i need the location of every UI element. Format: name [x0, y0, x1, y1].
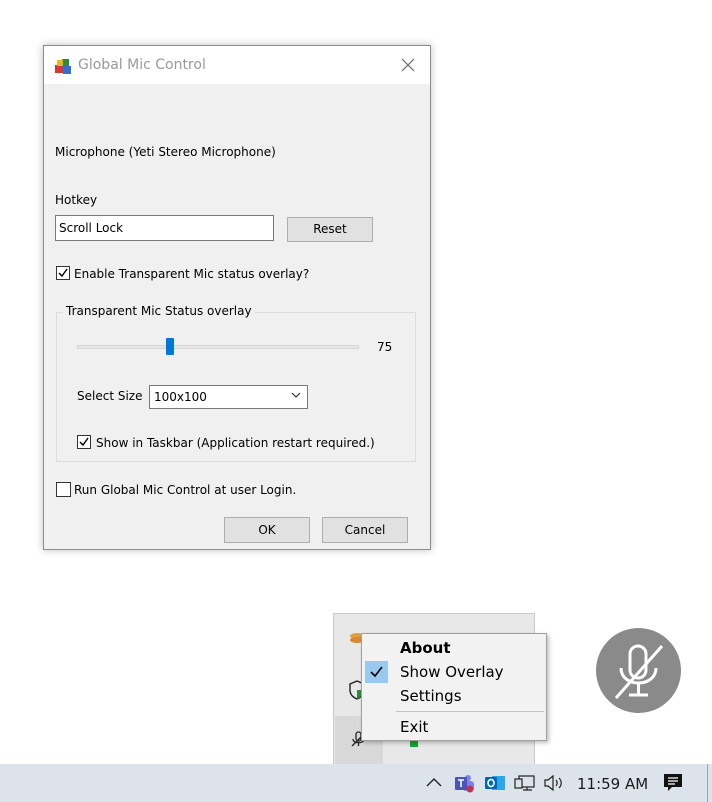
menu-item-label: Exit	[400, 718, 429, 736]
reset-button[interactable]: Reset	[287, 217, 373, 242]
mic-status-overlay[interactable]	[596, 628, 681, 713]
cancel-button[interactable]: Cancel	[322, 517, 408, 543]
tray-context-menu: About Show Overlay Settings Exit	[361, 633, 547, 741]
chevron-up-icon[interactable]	[426, 776, 442, 788]
check-highlight	[365, 661, 388, 683]
outlook-icon[interactable]	[484, 772, 506, 794]
checkmark-icon	[58, 268, 68, 278]
size-select[interactable]: 100x100	[149, 385, 308, 409]
checkmark-icon	[79, 437, 89, 447]
size-select-value: 100x100	[154, 390, 207, 404]
show-desktop-divider[interactable]	[707, 764, 708, 802]
network-icon[interactable]	[514, 774, 536, 792]
menu-item-show-overlay[interactable]: Show Overlay	[364, 660, 544, 684]
opacity-value: 75	[377, 340, 393, 354]
close-icon	[401, 58, 415, 72]
microphone-label: Microphone (Yeti Stereo Microphone)	[55, 145, 276, 159]
settings-dialog: Global Mic Control Microphone (Yeti Ster…	[43, 45, 431, 550]
menu-item-about[interactable]: About	[364, 636, 544, 660]
close-button[interactable]	[386, 46, 430, 84]
show-taskbar-checkbox[interactable]	[77, 435, 91, 449]
menu-item-label: About	[400, 639, 451, 657]
show-taskbar-label: Show in Taskbar (Application restart req…	[96, 436, 375, 450]
taskbar: 11:59 AM	[0, 764, 712, 802]
hotkey-input[interactable]: Scroll Lock	[55, 215, 274, 241]
menu-item-exit[interactable]: Exit	[364, 715, 544, 739]
run-login-label: Run Global Mic Control at user Login.	[74, 483, 297, 497]
volume-icon[interactable]	[543, 774, 565, 792]
enable-overlay-label: Enable Transparent Mic status overlay?	[74, 267, 310, 281]
notification-icon[interactable]	[663, 773, 683, 793]
teams-icon[interactable]	[453, 772, 475, 794]
opacity-slider-thumb[interactable]	[166, 338, 175, 355]
clock-time[interactable]: 11:59 AM	[577, 775, 648, 793]
select-size-label: Select Size	[77, 389, 143, 403]
menu-item-settings[interactable]: Settings	[364, 684, 544, 708]
menu-separator	[396, 711, 544, 712]
menu-item-label: Settings	[400, 687, 462, 705]
opacity-slider-track[interactable]	[77, 345, 359, 349]
chevron-down-icon	[291, 392, 301, 398]
overlay-groupbox: Transparent Mic Status overlay 75 Select…	[56, 304, 416, 462]
hotkey-label: Hotkey	[55, 193, 98, 207]
run-login-checkbox[interactable]	[56, 482, 71, 497]
ok-button[interactable]: OK	[224, 517, 310, 543]
app-icon	[55, 59, 71, 74]
groupbox-title: Transparent Mic Status overlay	[63, 304, 255, 318]
enable-overlay-checkbox[interactable]	[56, 266, 70, 280]
window-title: Global Mic Control	[78, 57, 206, 73]
title-bar[interactable]: Global Mic Control	[44, 46, 430, 84]
checkmark-icon	[370, 666, 383, 678]
menu-item-label: Show Overlay	[400, 663, 504, 681]
muted-microphone-icon	[614, 644, 664, 699]
